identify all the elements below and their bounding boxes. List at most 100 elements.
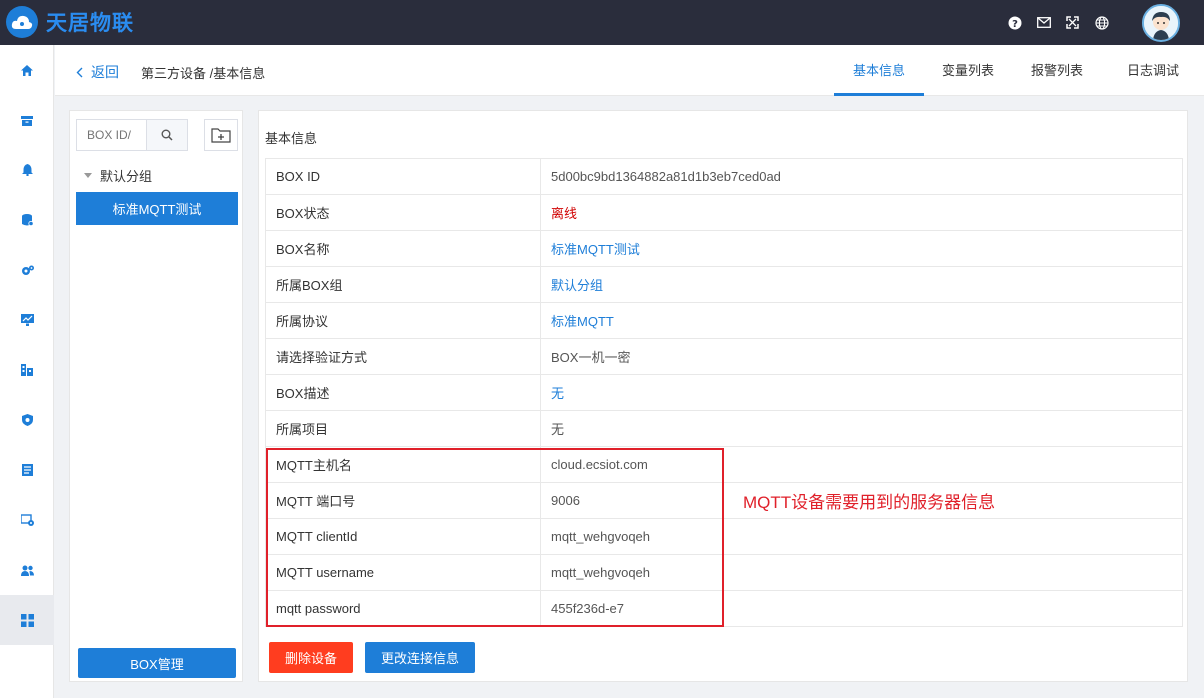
field-label: MQTT clientId <box>265 518 541 555</box>
tree-device-item[interactable]: 标准MQTT测试 <box>76 192 238 225</box>
field-text: 9006 <box>551 493 580 508</box>
field-label: 所属协议 <box>265 302 541 339</box>
top-bar: 天居物联 ? <box>0 0 1204 45</box>
field-link[interactable]: 无 <box>551 386 564 401</box>
search-input[interactable] <box>77 120 146 150</box>
group-name: 默认分组 <box>100 169 153 184</box>
search-box <box>76 119 188 151</box>
fullscreen-icon[interactable] <box>1064 14 1081 31</box>
delete-device-button[interactable]: 删除设备 <box>269 642 353 673</box>
field-text: 5d00bc9bd1364882a81d1b3eb7ced0ad <box>551 169 781 184</box>
field-value: BOX一机一密 <box>540 338 1183 375</box>
info-panel: 基本信息 BOX ID 5d00bc9bd1364882a81d1b3eb7ced… <box>258 110 1188 682</box>
caret-down-icon <box>84 173 92 178</box>
field-text: 455f236d-e7 <box>551 601 625 616</box>
sidebar-item-monitor[interactable] <box>0 295 54 345</box>
bell-icon <box>21 164 33 176</box>
field-value: 无 <box>540 374 1183 411</box>
home-icon <box>21 64 33 76</box>
edit-connection-button[interactable]: 更改连接信息 <box>365 642 475 673</box>
search-button[interactable] <box>146 120 187 150</box>
users-icon <box>20 565 34 576</box>
device-settings-icon <box>20 514 34 526</box>
globe-icon[interactable] <box>1093 14 1110 31</box>
field-link[interactable]: 默认分组 <box>551 278 603 293</box>
field-value: 离线 <box>540 194 1183 231</box>
field-value: 默认分组 <box>540 266 1183 303</box>
user-avatar[interactable] <box>1142 4 1180 42</box>
sidebar <box>0 45 54 698</box>
field-text: mqtt_wehgvoqeh <box>551 565 651 580</box>
mail-icon[interactable] <box>1035 14 1052 31</box>
page-header: 返回 第三方设备 /基本信息 基本信息 变量列表 报警列表 日志调试 <box>55 45 1204 96</box>
database-icon <box>21 214 33 226</box>
list-icon <box>21 464 33 476</box>
svg-text:?: ? <box>1012 19 1018 30</box>
box-manage-button[interactable]: BOX管理 <box>78 648 236 678</box>
tab-basic-info[interactable]: 基本信息 <box>834 45 924 96</box>
sidebar-item-settings[interactable] <box>0 245 54 295</box>
sidebar-item-data[interactable] <box>0 195 54 245</box>
box-icon <box>21 115 33 126</box>
back-label: 返回 <box>91 64 119 80</box>
building-icon <box>21 364 33 376</box>
tree-group-node[interactable]: 默认分组 <box>84 166 152 185</box>
field-value: mqtt_wehgvoqeh <box>540 518 1183 555</box>
breadcrumb: 第三方设备 /基本信息 <box>141 66 266 81</box>
chevron-left-icon <box>76 67 83 77</box>
add-group-button[interactable] <box>204 119 238 151</box>
field-label: BOX状态 <box>265 194 541 231</box>
app-name: 天居物联 <box>46 11 134 35</box>
field-value: 5d00bc9bd1364882a81d1b3eb7ced0ad <box>540 158 1183 195</box>
sidebar-item-home[interactable] <box>0 45 54 95</box>
sidebar-item-box[interactable] <box>0 95 54 145</box>
sidebar-item-users[interactable] <box>0 545 54 595</box>
sidebar-item-third-party[interactable] <box>0 595 54 645</box>
sidebar-item-logs[interactable] <box>0 445 54 495</box>
field-text: 无 <box>551 422 565 437</box>
field-label: 所属项目 <box>265 410 541 447</box>
help-icon[interactable]: ? <box>1006 14 1023 31</box>
table-row: 请选择验证方式 BOX一机一密 <box>265 338 1183 375</box>
sidebar-item-project[interactable] <box>0 345 54 395</box>
annotation-text: MQTT设备需要用到的服务器信息 <box>743 493 996 512</box>
field-label: 所属BOX组 <box>265 266 541 303</box>
status-value: 离线 <box>551 206 578 221</box>
field-value: 标准MQTT <box>540 302 1183 339</box>
field-label: 请选择验证方式 <box>265 338 541 375</box>
field-label: BOX描述 <box>265 374 541 411</box>
table-row: BOX ID 5d00bc9bd1364882a81d1b3eb7ced0ad <box>265 158 1183 195</box>
monitor-icon <box>20 314 34 326</box>
field-text: cloud.ecsiot.com <box>551 457 648 472</box>
cloud-logo-icon <box>6 6 38 38</box>
table-row: 所属项目无 <box>265 410 1183 447</box>
field-label: mqtt password <box>265 590 541 627</box>
table-row: mqtt password 455f236d-e7 <box>265 590 1183 627</box>
field-value: cloud.ecsiot.com <box>540 446 1183 483</box>
table-row: 所属BOX组 默认分组 <box>265 266 1183 303</box>
logo[interactable]: 天居物联 <box>6 6 134 38</box>
field-text: mqtt_wehgvoqeh <box>551 529 651 544</box>
tab-log-debug[interactable]: 日志调试 <box>1102 45 1204 96</box>
field-label: MQTT主机名 <box>265 446 541 483</box>
field-link[interactable]: 标准MQTT测试 <box>551 242 640 257</box>
sidebar-item-alarm[interactable] <box>0 145 54 195</box>
gears-icon <box>21 265 34 275</box>
sidebar-item-devices[interactable] <box>0 495 54 545</box>
field-label: BOX名称 <box>265 230 541 267</box>
field-text: BOX一机一密 <box>551 350 631 365</box>
info-table: BOX ID 5d00bc9bd1364882a81d1b3eb7ced0ad BO… <box>265 158 1183 627</box>
tab-bar: 基本信息 变量列表 报警列表 日志调试 <box>834 45 1204 96</box>
table-row: MQTT username mqtt_wehgvoqeh <box>265 554 1183 591</box>
table-row: MQTT clientId mqtt_wehgvoqeh <box>265 518 1183 555</box>
table-row: BOX名称 标准MQTT测试 <box>265 230 1183 267</box>
field-value: 无 <box>540 410 1183 447</box>
field-value: 标准MQTT测试 <box>540 230 1183 267</box>
group-panel: 默认分组 标准MQTT测试 BOX管理 <box>69 110 243 682</box>
sidebar-item-security[interactable] <box>0 395 54 445</box>
tab-alarms[interactable]: 报警列表 <box>1012 45 1102 96</box>
tab-variables[interactable]: 变量列表 <box>924 45 1012 96</box>
back-link[interactable]: 返回 <box>76 62 119 82</box>
field-link[interactable]: 标准MQTT <box>551 314 614 329</box>
field-label: BOX ID <box>265 158 541 195</box>
